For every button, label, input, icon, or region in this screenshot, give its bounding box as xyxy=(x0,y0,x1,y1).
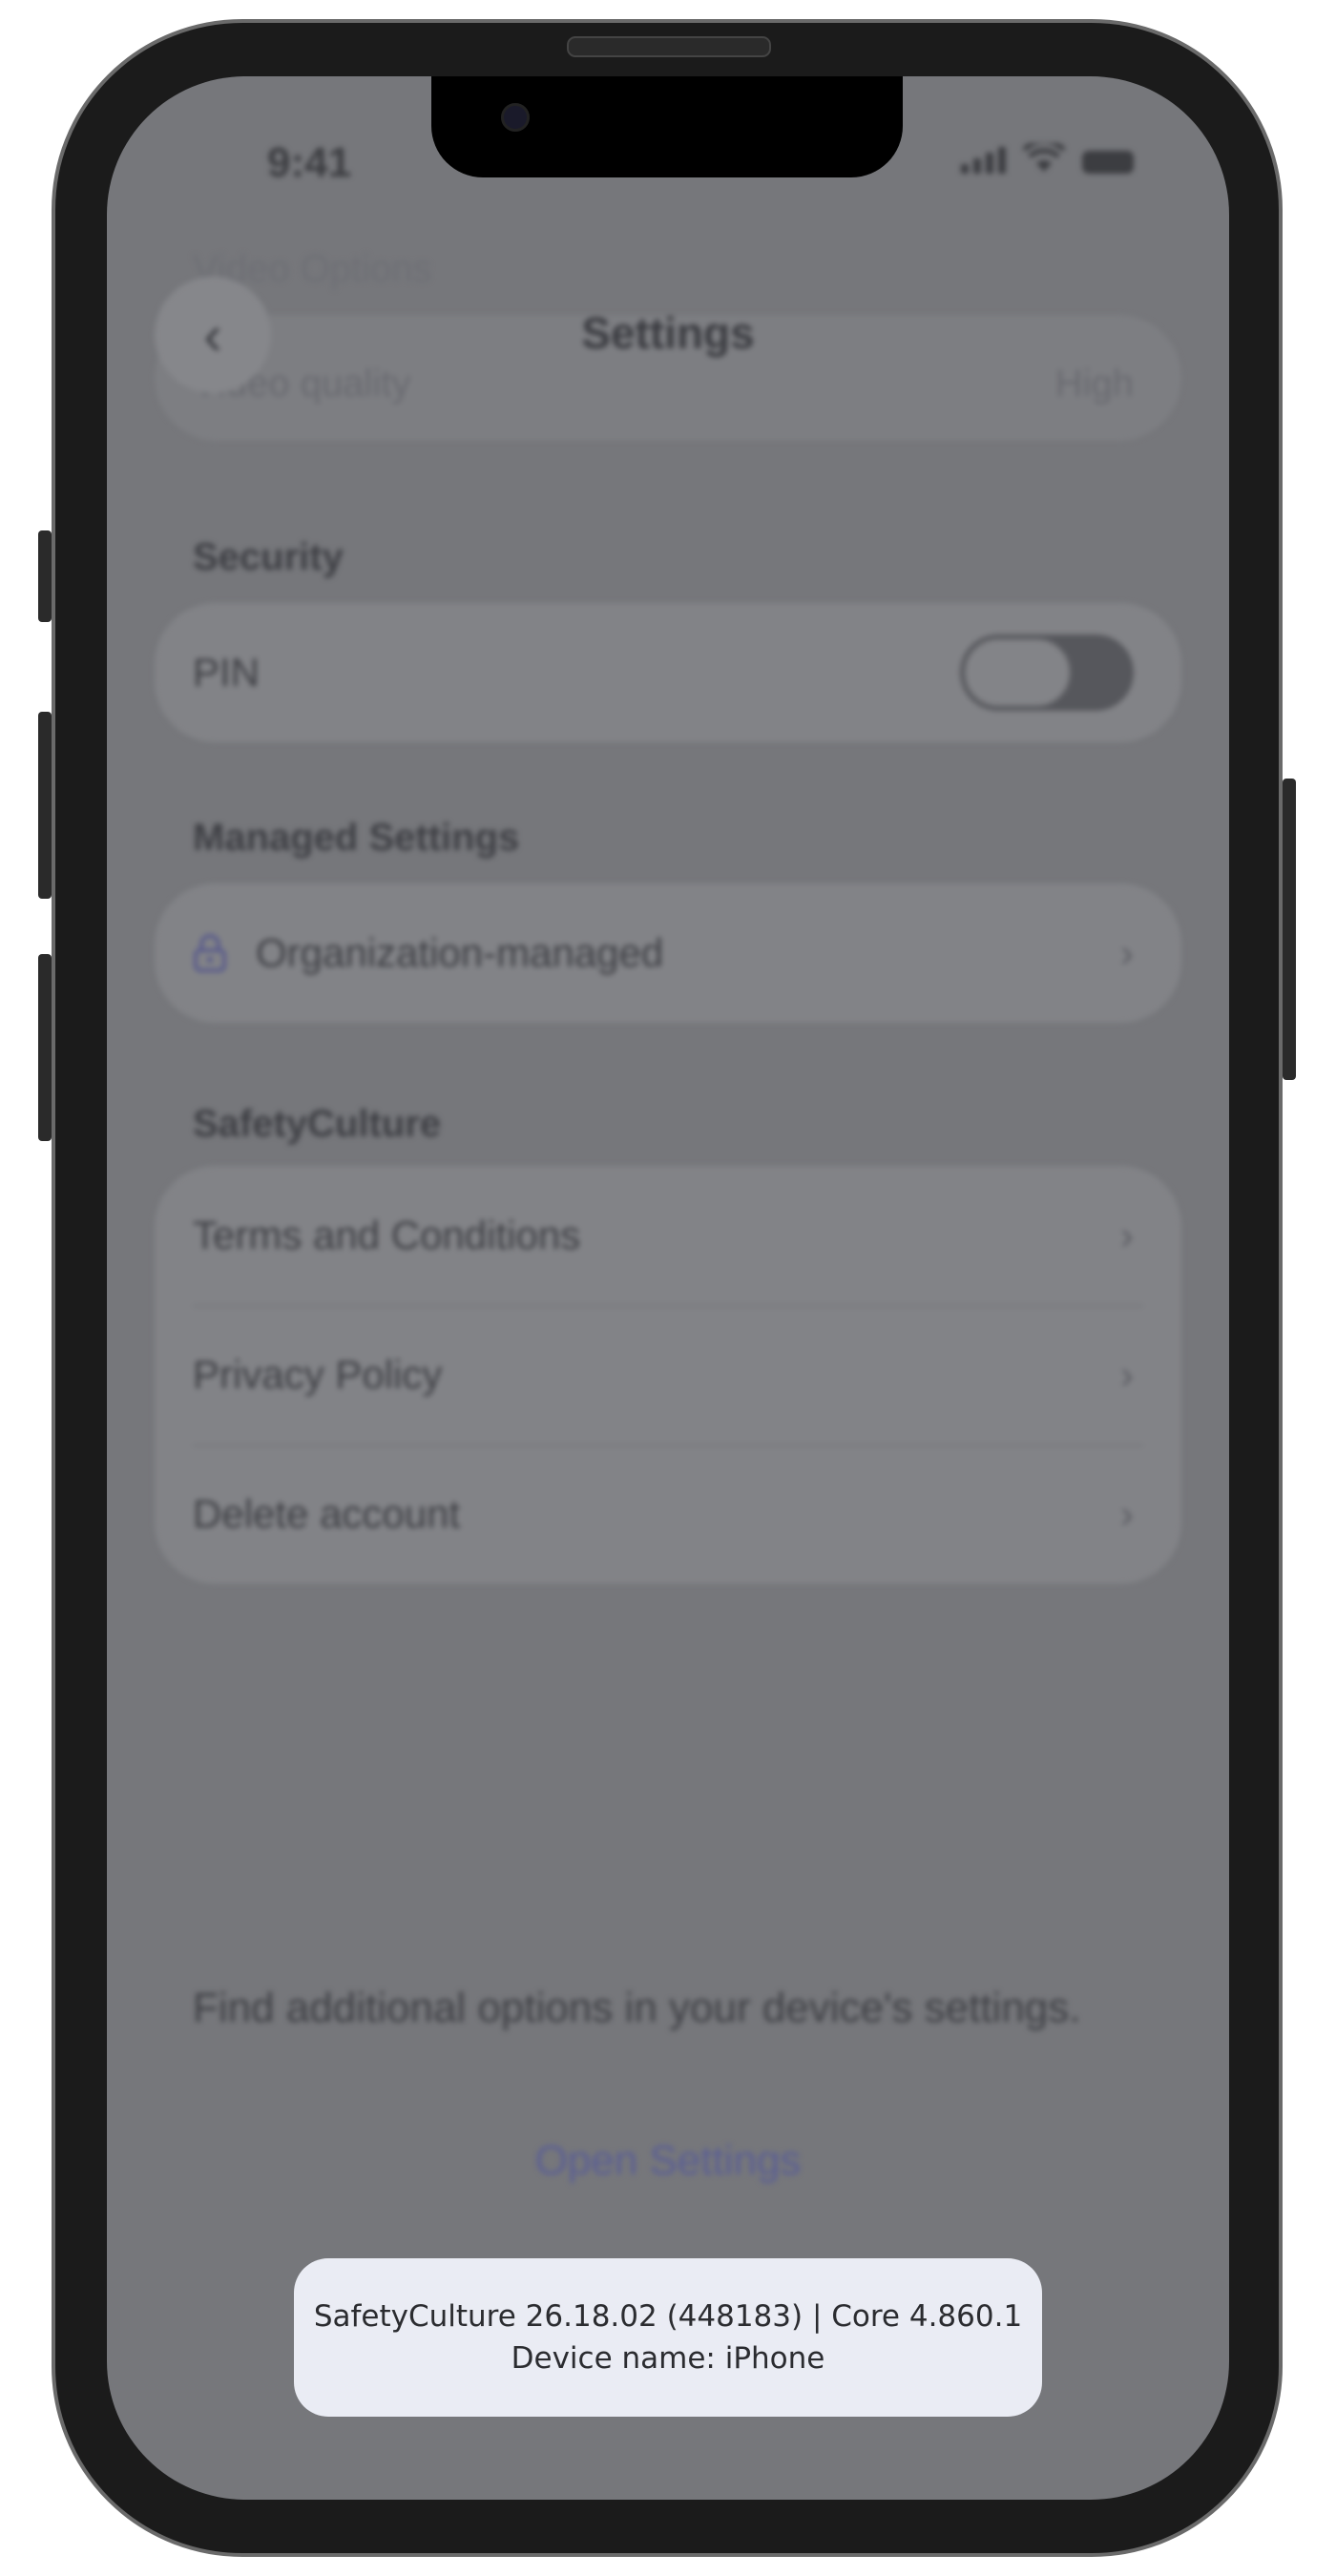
status-icons xyxy=(961,143,1134,174)
status-time: 9:41 xyxy=(267,139,352,186)
section-label-safetyculture: SafetyCulture xyxy=(193,1103,442,1145)
safetyculture-card: Terms and Conditions › Privacy Policy › … xyxy=(155,1166,1181,1584)
mute-switch xyxy=(38,530,52,622)
organization-managed-label: Organization-managed xyxy=(256,930,664,975)
screen: 9:41 Video Options Video quality High ‹ … xyxy=(107,76,1229,2500)
lock-icon xyxy=(194,934,226,972)
front-camera xyxy=(501,103,530,132)
security-card: PIN xyxy=(155,603,1181,742)
chevron-right-icon: › xyxy=(1120,1213,1134,1257)
version-text: SafetyCulture 26.18.02 (448183) | Core 4… xyxy=(313,2299,1023,2334)
battery-icon xyxy=(1082,151,1134,174)
delete-account-row[interactable]: Delete account › xyxy=(193,1444,1143,1584)
device-name-text: Device name: iPhone xyxy=(511,2341,825,2376)
navigation-bar: ‹ Settings xyxy=(107,248,1229,393)
chevron-right-icon: › xyxy=(1120,1352,1134,1397)
chevron-right-icon: › xyxy=(1120,930,1134,975)
section-label-security: Security xyxy=(193,536,344,578)
page-title: Settings xyxy=(581,308,755,358)
device-settings-note: Find additional options in your device's… xyxy=(193,1984,1081,2031)
toggle-knob xyxy=(964,638,1071,707)
pin-toggle[interactable] xyxy=(960,634,1134,711)
power-button xyxy=(1283,779,1296,1080)
chevron-right-icon: › xyxy=(1120,1491,1134,1536)
delete-account-label: Delete account xyxy=(193,1491,461,1536)
open-settings-link[interactable]: Open Settings xyxy=(107,2137,1229,2185)
notch xyxy=(431,76,903,177)
terms-row[interactable]: Terms and Conditions › xyxy=(193,1166,1143,1305)
privacy-label: Privacy Policy xyxy=(193,1352,443,1397)
cellular-signal-icon xyxy=(961,147,1006,174)
organization-managed-row[interactable]: Organization-managed › xyxy=(193,883,1143,1023)
managed-card: Organization-managed › xyxy=(155,883,1181,1023)
pin-label: PIN xyxy=(193,650,261,695)
privacy-row[interactable]: Privacy Policy › xyxy=(193,1305,1143,1444)
terms-label: Terms and Conditions xyxy=(193,1213,581,1257)
earpiece-speaker xyxy=(567,36,771,57)
volume-up-button xyxy=(38,712,52,899)
section-label-managed: Managed Settings xyxy=(193,817,520,859)
dimmed-settings-screen: 9:41 Video Options Video quality High ‹ … xyxy=(107,76,1229,2500)
volume-down-button xyxy=(38,954,52,1141)
pin-row: PIN xyxy=(193,603,1143,742)
wifi-icon xyxy=(1023,143,1065,172)
version-info-toast: SafetyCulture 26.18.02 (448183) | Core 4… xyxy=(294,2258,1042,2417)
